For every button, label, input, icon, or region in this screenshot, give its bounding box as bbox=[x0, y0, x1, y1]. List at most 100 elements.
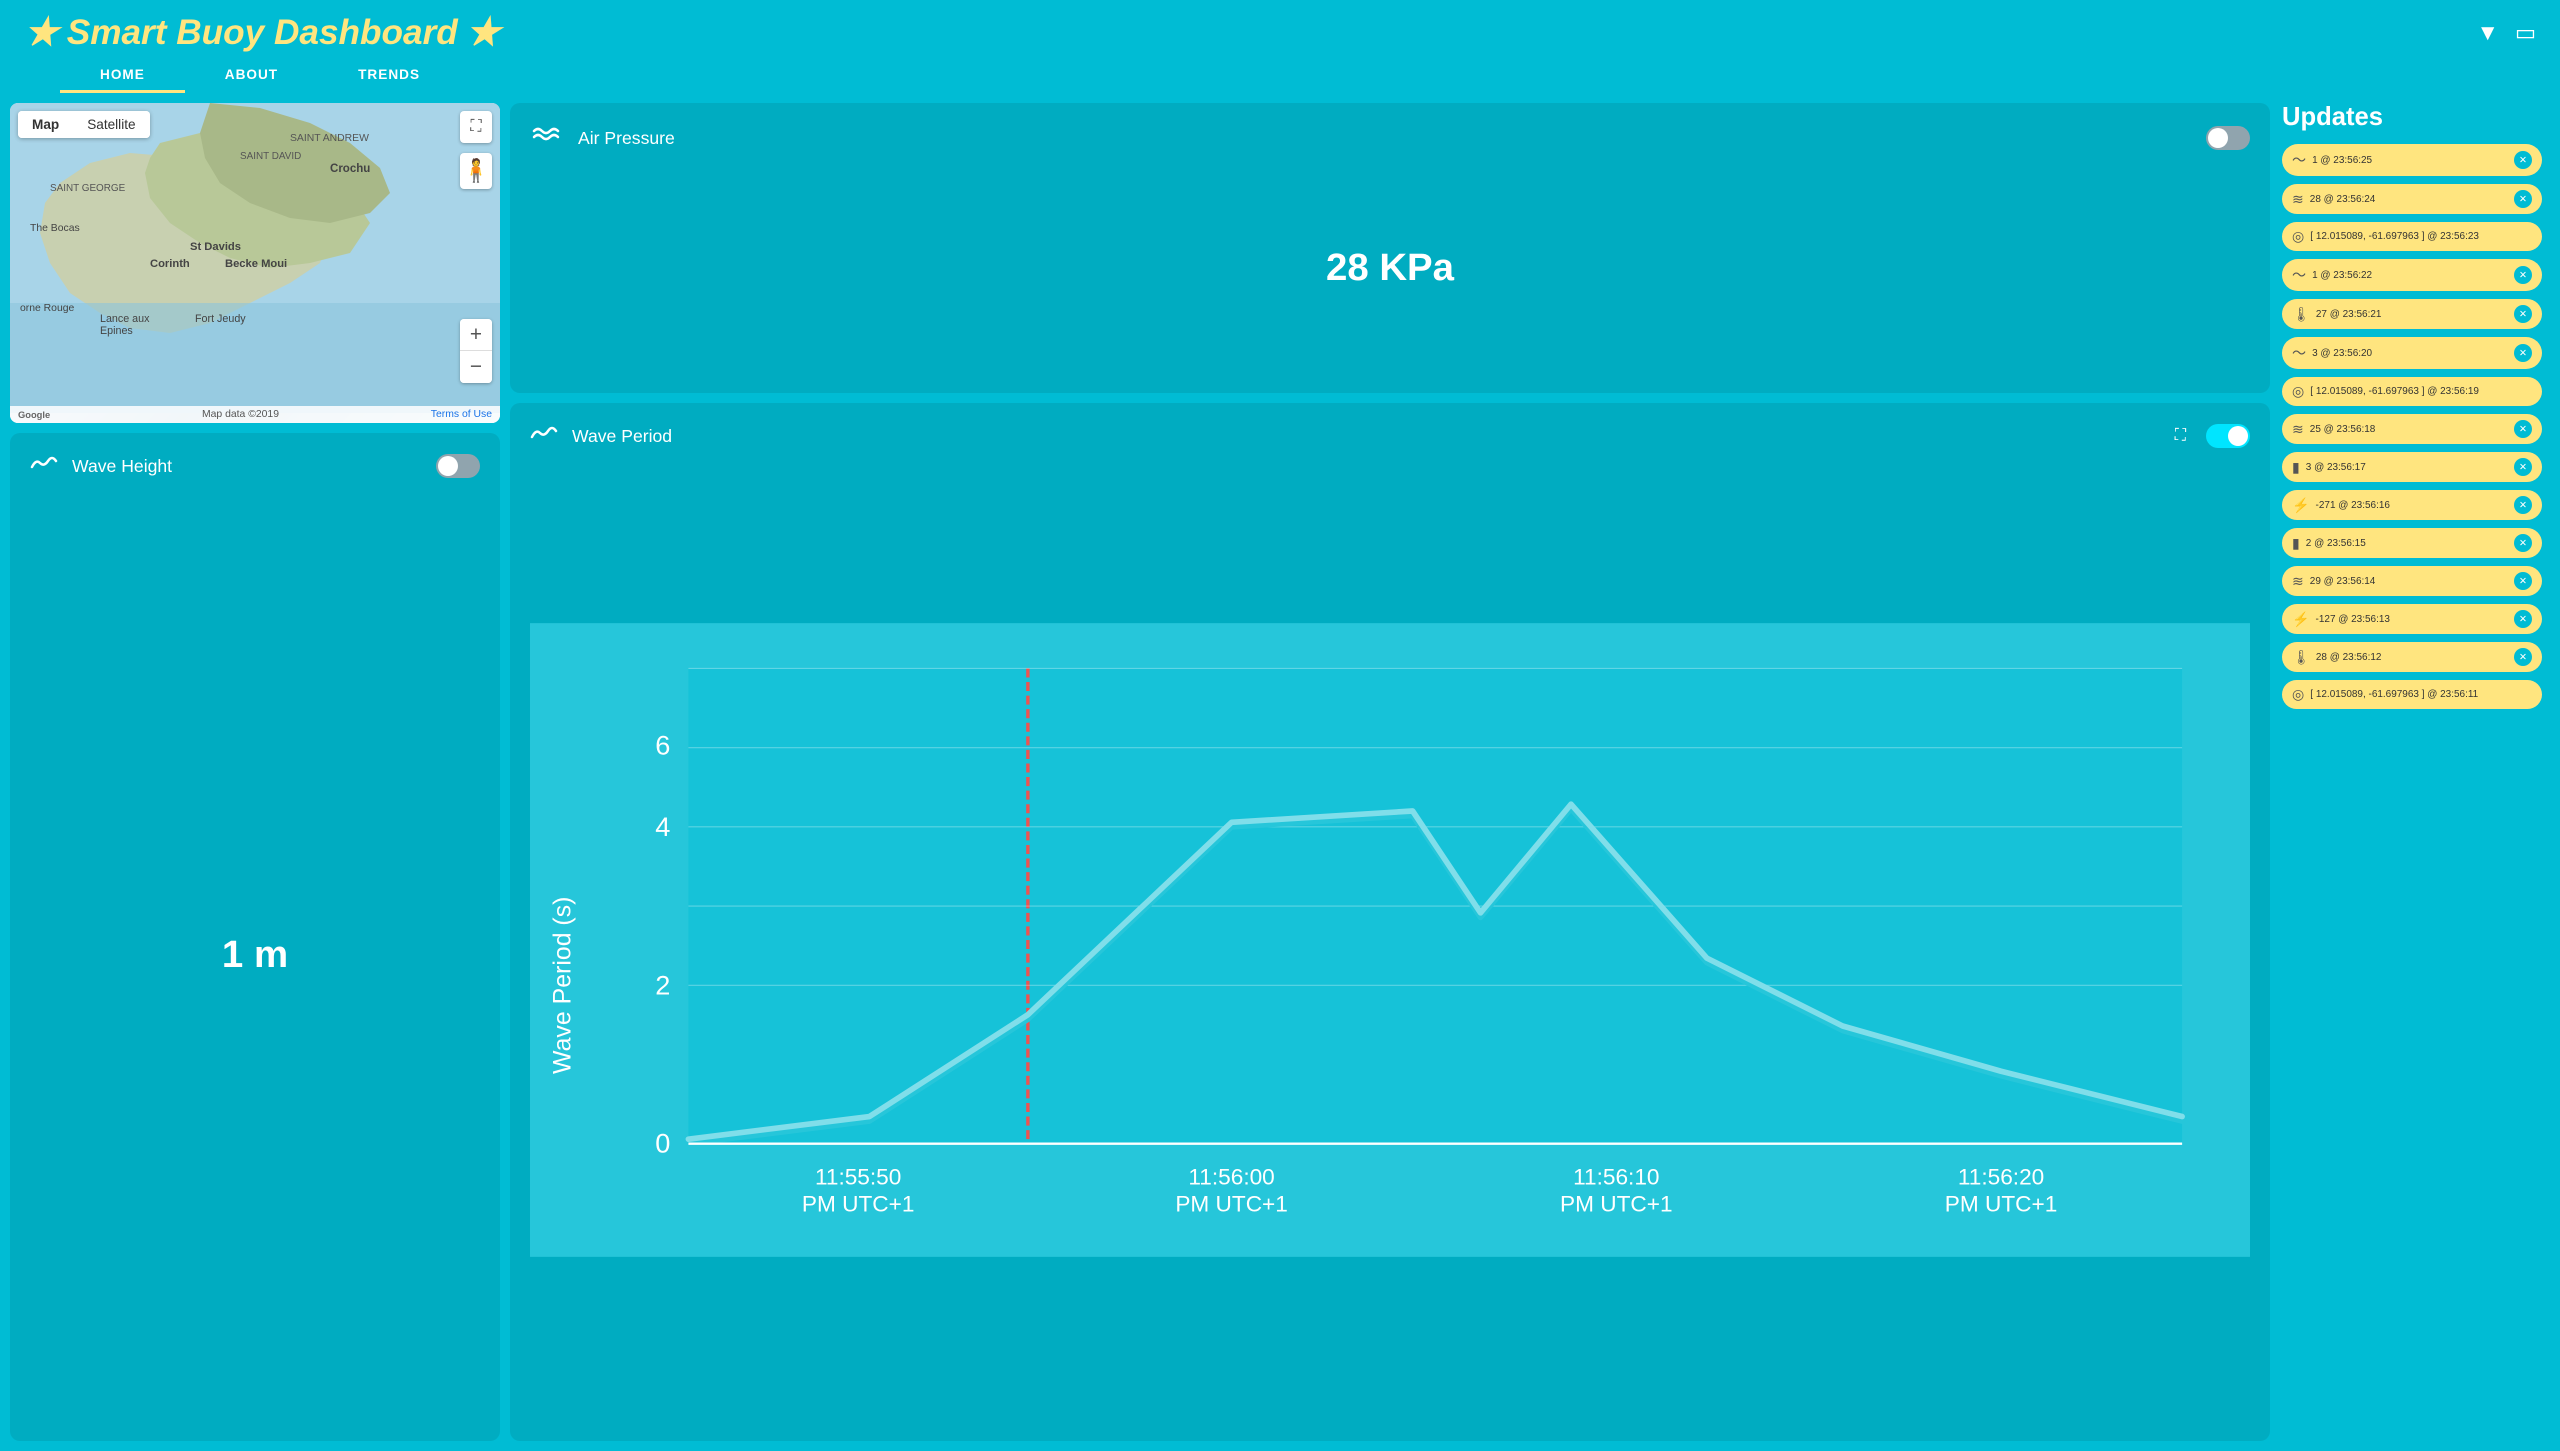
wave-height-header: Wave Height bbox=[30, 453, 480, 479]
update-item: ≋ 28 @ 23:56:24 ✕ bbox=[2282, 184, 2542, 214]
update-item-left: 〜 1 @ 23:56:25 bbox=[2292, 150, 2372, 170]
update-close-button[interactable]: ✕ bbox=[2514, 151, 2532, 169]
update-item-text: [ 12.015089, -61.697963 ] @ 23:56:19 bbox=[2310, 386, 2479, 397]
update-icon-wind-small: ≋ bbox=[2292, 191, 2304, 208]
update-close-button[interactable]: ✕ bbox=[2514, 266, 2532, 284]
update-item: ▮ 3 @ 23:56:17 ✕ bbox=[2282, 452, 2542, 482]
update-item: ⚡-127 @ 23:56:13✕ bbox=[2282, 604, 2542, 634]
nav-trends[interactable]: TRENDS bbox=[318, 59, 460, 93]
wave-height-card: Wave Height 1 m bbox=[10, 433, 500, 1441]
zoom-in-button[interactable]: + bbox=[460, 319, 492, 351]
svg-text:11:56:20: 11:56:20 bbox=[1958, 1164, 2044, 1189]
wave-period-title-group: Wave Period bbox=[530, 423, 672, 449]
update-item-text: -271 @ 23:56:16 bbox=[2316, 500, 2390, 511]
update-close-button[interactable]: ✕ bbox=[2514, 534, 2532, 552]
terms-of-use-link[interactable]: Terms of Use bbox=[431, 409, 492, 420]
updates-list: 〜1 @ 23:56:25✕≋28 @ 23:56:24✕◎[ 12.01508… bbox=[2282, 144, 2542, 709]
update-icon-battery: ▮ bbox=[2292, 459, 2300, 476]
update-item-left: ▮ 3 @ 23:56:17 bbox=[2292, 459, 2366, 476]
left-column: SAINT ANDREW SAINT DAVID Crochu SAINT GE… bbox=[10, 103, 500, 1441]
map-label-fort: Fort Jeudy bbox=[195, 313, 246, 325]
wave-period-chart-svg: Wave Period (s) 0 2 4 6 bbox=[530, 459, 2250, 1421]
update-item: ◎ [ 12.015089, -61.697963 ] @ 23:56:19 bbox=[2282, 377, 2542, 406]
map-zoom-controls: + − bbox=[460, 319, 492, 383]
update-icon-wind-small: ≋ bbox=[2292, 421, 2304, 438]
wave-height-icon bbox=[30, 453, 60, 479]
star-right-icon: ★ bbox=[466, 10, 501, 55]
wave-height-title: Wave Height bbox=[72, 456, 172, 477]
wave-period-toggle[interactable] bbox=[2206, 424, 2250, 448]
update-close-button[interactable]: ✕ bbox=[2514, 458, 2532, 476]
update-item-left: ◎[ 12.015089, -61.697963 ] @ 23:56:11 bbox=[2292, 686, 2478, 703]
update-item: 〜1 @ 23:56:22✕ bbox=[2282, 259, 2542, 291]
update-item-left: ≋25 @ 23:56:18 bbox=[2292, 421, 2375, 438]
map-view-button[interactable]: Map bbox=[18, 111, 73, 138]
wifi-icon: ▼ bbox=[2477, 20, 2499, 46]
wave-period-chart-container: Wave Period (s) 0 2 4 6 bbox=[530, 459, 2250, 1421]
update-close-button[interactable]: ✕ bbox=[2514, 344, 2532, 362]
update-item-text: 28 @ 23:56:12 bbox=[2316, 652, 2382, 663]
wave-height-toggle-knob bbox=[438, 456, 458, 476]
update-item-left: 〜3 @ 23:56:20 bbox=[2292, 343, 2372, 363]
update-icon-location: ◎ bbox=[2292, 383, 2304, 400]
air-pressure-toggle-knob bbox=[2208, 128, 2228, 148]
update-close-button[interactable]: ✕ bbox=[2514, 648, 2532, 666]
svg-text:6: 6 bbox=[655, 729, 670, 760]
update-item: ◎[ 12.015089, -61.697963 ] @ 23:56:23 bbox=[2282, 222, 2542, 251]
update-icon-wave-small: 〜 bbox=[2292, 265, 2306, 285]
update-item-left: ▮2 @ 23:56:15 bbox=[2292, 535, 2366, 552]
svg-text:PM UTC+1: PM UTC+1 bbox=[1945, 1192, 2058, 1217]
wave-height-title-group: Wave Height bbox=[30, 453, 172, 479]
svg-text:11:56:10: 11:56:10 bbox=[1573, 1164, 1659, 1189]
satellite-view-button[interactable]: Satellite bbox=[73, 111, 149, 138]
header-icons: ▼ ▭ bbox=[2477, 20, 2536, 46]
svg-text:2: 2 bbox=[655, 969, 670, 1000]
update-item-left: ≋ 28 @ 23:56:24 bbox=[2292, 191, 2375, 208]
map-toolbar: Map Satellite bbox=[18, 111, 150, 138]
map-inner: SAINT ANDREW SAINT DAVID Crochu SAINT GE… bbox=[10, 103, 500, 423]
map-person-icon[interactable]: 🧍 bbox=[460, 153, 492, 189]
update-item-text: 29 @ 23:56:14 bbox=[2310, 576, 2376, 587]
air-pressure-toggle[interactable] bbox=[2206, 126, 2250, 150]
update-icon-location: ◎ bbox=[2292, 228, 2304, 245]
update-item-left: ◎ [ 12.015089, -61.697963 ] @ 23:56:19 bbox=[2292, 383, 2479, 400]
update-item-text: 3 @ 23:56:17 bbox=[2306, 462, 2366, 473]
update-icon-temp: 🌡 bbox=[2292, 649, 2310, 666]
wave-height-value: 1 m bbox=[30, 489, 480, 1421]
svg-text:PM UTC+1: PM UTC+1 bbox=[802, 1192, 915, 1217]
update-close-button[interactable]: ✕ bbox=[2514, 610, 2532, 628]
message-icon: ▭ bbox=[2515, 20, 2536, 46]
update-item-left: 🌡 28 @ 23:56:12 bbox=[2292, 649, 2381, 666]
svg-text:Wave Period (s): Wave Period (s) bbox=[549, 897, 577, 1074]
svg-text:4: 4 bbox=[655, 811, 670, 842]
update-close-button[interactable]: ✕ bbox=[2514, 305, 2532, 323]
wave-period-expand-icon[interactable]: ⛶ bbox=[2175, 427, 2186, 445]
update-icon-power: ⚡ bbox=[2292, 611, 2310, 628]
update-item: ≋25 @ 23:56:18 ✕ bbox=[2282, 414, 2542, 444]
update-close-button[interactable]: ✕ bbox=[2514, 572, 2532, 590]
map-label-corinth: Corinth bbox=[150, 258, 190, 270]
nav-about[interactable]: ABOUT bbox=[185, 59, 318, 93]
update-item-text: 1 @ 23:56:25 bbox=[2312, 155, 2372, 166]
app-title: ★ Smart Buoy Dashboard ★ bbox=[24, 10, 501, 55]
wave-height-toggle[interactable] bbox=[436, 454, 480, 478]
update-item-text: 28 @ 23:56:24 bbox=[2310, 194, 2376, 205]
update-item: ▮2 @ 23:56:15 ✕ bbox=[2282, 528, 2542, 558]
zoom-out-button[interactable]: − bbox=[460, 351, 492, 383]
map-label-crochu: Crochu bbox=[330, 163, 370, 175]
update-item-text: [ 12.015089, -61.697963 ] @ 23:56:11 bbox=[2310, 689, 2478, 700]
wave-period-header: Wave Period ⛶ bbox=[530, 423, 2250, 449]
update-icon-power: ⚡ bbox=[2292, 497, 2310, 514]
update-close-button[interactable]: ✕ bbox=[2514, 496, 2532, 514]
title-text: Smart Buoy Dashboard bbox=[67, 13, 458, 53]
update-icon-wave-small: 〜 bbox=[2292, 150, 2306, 170]
wave-period-toggle-knob bbox=[2228, 426, 2248, 446]
update-close-button[interactable]: ✕ bbox=[2514, 190, 2532, 208]
map-expand-button[interactable]: ⛶ bbox=[460, 111, 492, 143]
update-close-button[interactable]: ✕ bbox=[2514, 420, 2532, 438]
update-item: ≋29 @ 23:56:14✕ bbox=[2282, 566, 2542, 596]
update-item: 🌡 28 @ 23:56:12 ✕ bbox=[2282, 642, 2542, 672]
map-widget: SAINT ANDREW SAINT DAVID Crochu SAINT GE… bbox=[10, 103, 500, 423]
page-body: SAINT ANDREW SAINT DAVID Crochu SAINT GE… bbox=[0, 93, 2560, 1451]
nav-home[interactable]: HOME bbox=[60, 59, 185, 93]
